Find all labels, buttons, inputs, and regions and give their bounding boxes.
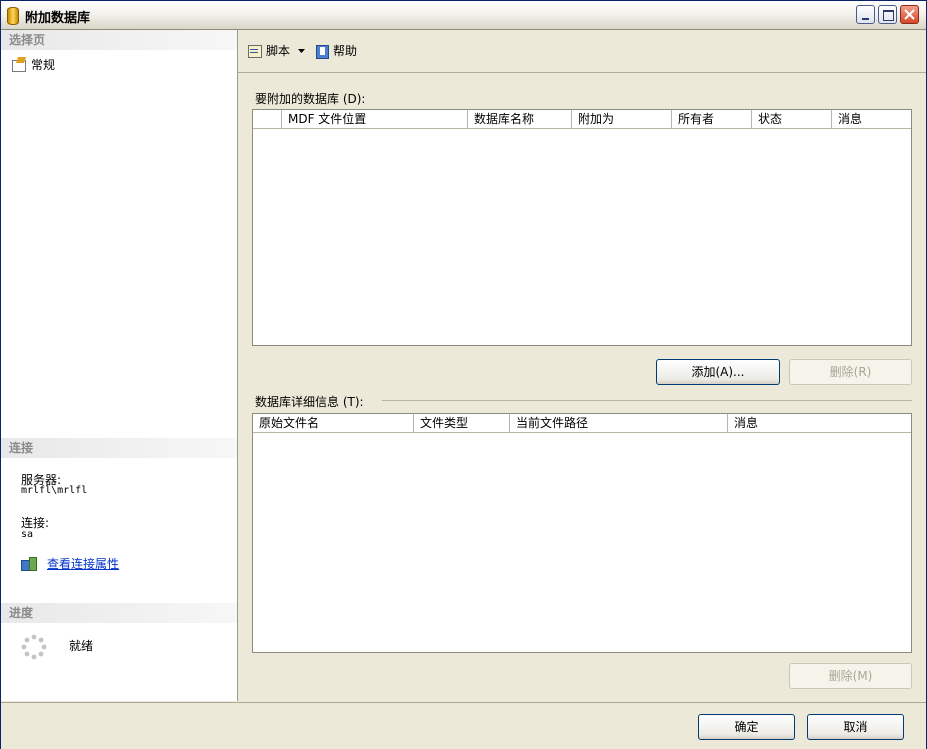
page-item-label: 常规 <box>31 57 56 72</box>
help-label: 帮助 <box>333 44 358 58</box>
maximize-button[interactable] <box>878 5 897 24</box>
close-icon <box>904 9 915 20</box>
connection-value: sa <box>21 529 34 540</box>
minimize-button[interactable] <box>856 5 875 24</box>
remove-attach-button[interactable]: 删除(R) <box>789 359 912 385</box>
database-icon <box>7 7 19 25</box>
column-header-attach-as[interactable]: 附加为 <box>571 110 671 128</box>
column-header-message[interactable]: 消息 <box>831 110 911 128</box>
remove-details-button[interactable]: 删除(M) <box>789 663 912 689</box>
title-bar[interactable]: 附加数据库 <box>1 1 926 30</box>
progress-status: 就绪 <box>69 639 94 653</box>
script-icon <box>247 44 263 58</box>
connection-properties-icon <box>21 556 37 571</box>
attach-databases-label: 要附加的数据库 (D): <box>255 92 366 106</box>
server-value: mrlfl\mrlfl <box>21 485 88 496</box>
database-details-label: 数据库详细信息 (T): <box>255 395 364 409</box>
column-header-owner[interactable]: 所有者 <box>671 110 751 128</box>
progress-header: 进度 <box>1 603 237 623</box>
column-header-original-file-name[interactable]: 原始文件名 <box>253 414 413 432</box>
column-header-current-file-path[interactable]: 当前文件路径 <box>509 414 727 432</box>
column-header-status[interactable]: 状态 <box>751 110 831 128</box>
help-icon <box>314 44 330 59</box>
help-button[interactable]: 帮助 <box>314 42 357 59</box>
general-page-icon <box>11 57 27 72</box>
column-header-database-name[interactable]: 数据库名称 <box>467 110 571 128</box>
select-page-header: 选择页 <box>1 30 237 50</box>
column-header-file-type[interactable]: 文件类型 <box>413 414 509 432</box>
script-button[interactable]: 脚本 <box>247 42 306 59</box>
add-button[interactable]: 添加(A)... <box>656 359 780 385</box>
left-pane: 选择页 常规 连接 服务器: mrlfl\mrlfl 连接: sa 查看连接属性… <box>1 30 238 701</box>
connection-header: 连接 <box>1 438 237 458</box>
progress-spinner-icon <box>21 634 47 660</box>
column-header-details-message[interactable]: 消息 <box>727 414 911 432</box>
column-header-mdf-location[interactable]: MDF 文件位置 <box>281 110 467 128</box>
toolbar: 脚本 帮助 <box>238 30 926 73</box>
details-grid-header: 原始文件名 文件类型 当前文件路径 消息 <box>253 414 911 433</box>
view-connection-properties-link[interactable]: 查看连接属性 <box>47 555 119 572</box>
attach-databases-grid[interactable]: MDF 文件位置 数据库名称 附加为 所有者 状态 消息 <box>252 109 912 346</box>
dialog-footer: 确定 取消 <box>1 702 926 749</box>
ok-button[interactable]: 确定 <box>698 714 795 740</box>
view-connection-properties-row[interactable]: 查看连接属性 <box>21 555 119 572</box>
details-divider <box>382 400 912 401</box>
chevron-down-icon[interactable] <box>298 48 306 53</box>
page-item-general[interactable]: 常规 <box>11 55 55 73</box>
close-button[interactable] <box>900 5 919 24</box>
attach-database-window: 附加数据库 选择页 常规 连接 服务器: mrlfl\mrlfl 连接: sa … <box>0 0 927 749</box>
script-label: 脚本 <box>266 44 291 58</box>
database-details-grid[interactable]: 原始文件名 文件类型 当前文件路径 消息 <box>252 413 912 653</box>
window-title: 附加数据库 <box>25 11 91 26</box>
attach-grid-header: MDF 文件位置 数据库名称 附加为 所有者 状态 消息 <box>253 110 911 129</box>
cancel-button[interactable]: 取消 <box>807 714 904 740</box>
